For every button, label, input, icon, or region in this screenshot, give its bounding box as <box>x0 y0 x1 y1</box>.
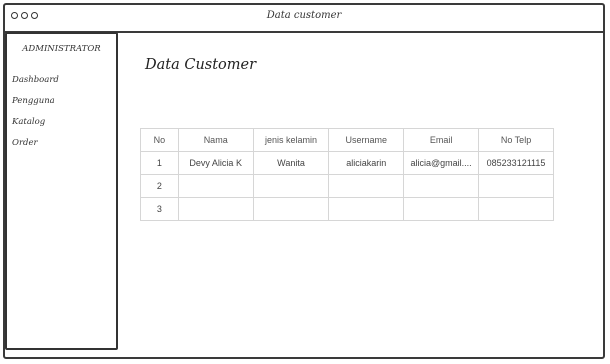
sidebar: ADMINISTRATOR Dashboard Pengguna Katalog… <box>5 32 118 350</box>
cell-nama <box>177 174 254 198</box>
sidebar-item-katalog[interactable]: Katalog <box>12 116 116 137</box>
cell-email: alicia@gmail.... <box>403 151 480 175</box>
table-row[interactable]: 1 Devy Alicia K Wanita aliciakarin alici… <box>140 151 554 175</box>
customer-table: No Nama jenis kelamin Username Email No … <box>140 128 554 221</box>
table-row[interactable]: 3 <box>140 197 554 221</box>
cell-jenis-kelamin: Wanita <box>252 151 330 175</box>
column-header-nama: Nama <box>177 128 254 152</box>
cell-no: 3 <box>140 197 179 221</box>
column-header-email: Email <box>403 128 480 152</box>
title-bar: Data customer <box>5 5 603 33</box>
column-header-username: Username <box>328 128 405 152</box>
cell-nama: Devy Alicia K <box>177 151 254 175</box>
cell-username <box>328 197 405 221</box>
cell-email <box>403 197 480 221</box>
cell-username <box>328 174 405 198</box>
window-title: Data customer <box>266 10 342 21</box>
cell-no: 2 <box>140 174 179 198</box>
cell-no-telp <box>478 174 554 198</box>
cell-username: aliciakarin <box>328 151 405 175</box>
sidebar-header: ADMINISTRATOR <box>22 44 101 54</box>
cell-no: 1 <box>140 151 179 175</box>
cell-jenis-kelamin <box>252 197 330 221</box>
sidebar-menu: Dashboard Pengguna Katalog Order <box>7 74 116 158</box>
sidebar-item-dashboard[interactable]: Dashboard <box>12 74 116 95</box>
cell-no-telp <box>478 197 554 221</box>
cell-jenis-kelamin <box>252 174 330 198</box>
column-header-jenis-kelamin: jenis kelamin <box>252 128 330 152</box>
table-row[interactable]: 2 <box>140 174 554 198</box>
table-header-row: No Nama jenis kelamin Username Email No … <box>140 128 554 152</box>
page-title: Data Customer <box>145 57 257 73</box>
cell-nama <box>177 197 254 221</box>
sidebar-item-order[interactable]: Order <box>12 137 116 158</box>
column-header-no-telp: No Telp <box>478 128 554 152</box>
cell-email <box>403 174 480 198</box>
cell-no-telp: 085233121115 <box>478 151 554 175</box>
column-header-no: No <box>140 128 179 152</box>
sidebar-item-pengguna[interactable]: Pengguna <box>12 95 116 116</box>
